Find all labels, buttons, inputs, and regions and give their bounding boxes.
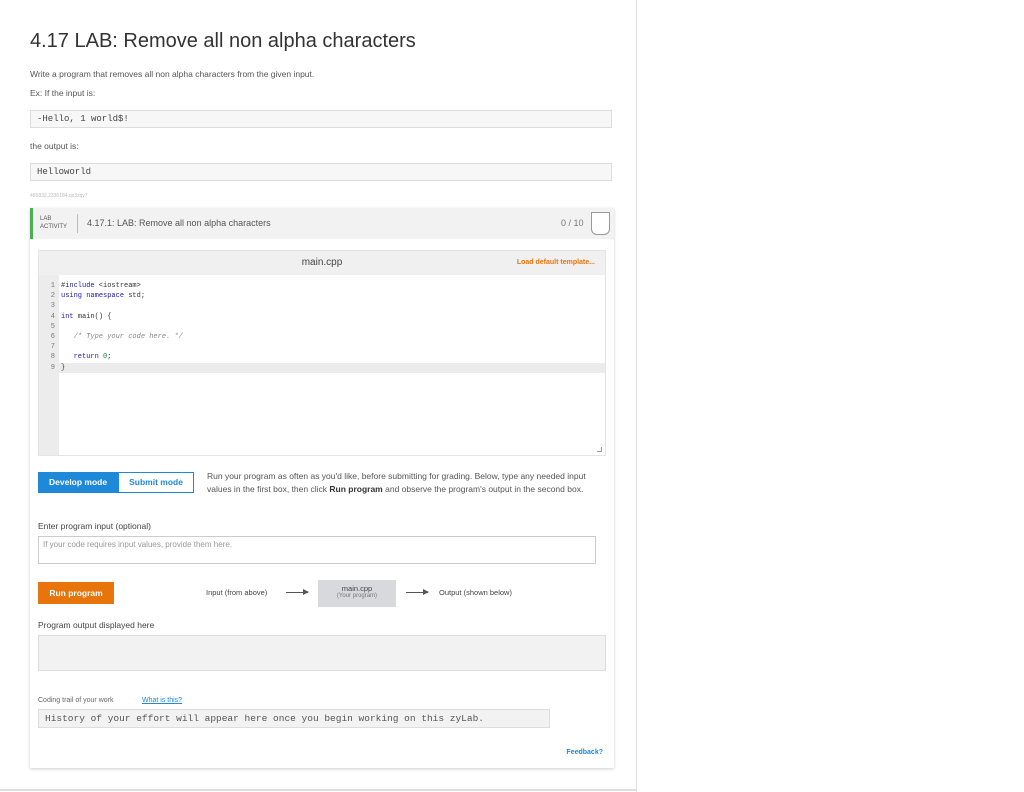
flow-input-label: Input (from above) <box>206 588 268 597</box>
code-line[interactable]: 8 return 0; <box>39 352 605 362</box>
coding-trail-box: History of your effort will appear here … <box>38 709 550 728</box>
line-code: #include <iostream> <box>61 282 141 290</box>
mode-description: Run your program as often as you'd like,… <box>207 470 607 496</box>
code-line[interactable]: 3 <box>39 301 605 311</box>
flow-output-label: Output (shown below) <box>439 588 512 597</box>
program-input-field[interactable]: If your code requires input values, prov… <box>38 536 596 564</box>
line-code: return 0; <box>73 353 112 362</box>
code-line[interactable]: 7 <box>39 342 605 352</box>
program-output-label: Program output displayed here <box>38 620 155 630</box>
arrow-right-icon <box>406 589 429 595</box>
line-number: 9 <box>50 363 55 372</box>
code-line[interactable]: 9} <box>39 362 605 373</box>
line-number: 2 <box>50 292 55 301</box>
lab-description: Write a program that removes all non alp… <box>30 69 315 79</box>
lab-header-divider <box>77 214 78 233</box>
mode-toggle: Develop mode Submit mode <box>38 472 194 493</box>
lab-tag-line1: LAB <box>40 216 52 222</box>
page-divider <box>0 789 637 791</box>
develop-mode-button[interactable]: Develop mode <box>38 472 119 493</box>
program-output-box <box>38 635 606 671</box>
code-editor[interactable]: main.cpp Load default template... 1 #incl… <box>38 250 606 456</box>
submit-mode-button[interactable]: Submit mode <box>118 472 194 493</box>
line-code: using namespace std; <box>61 292 146 301</box>
line-code: /* Type your code here. */ <box>61 332 183 341</box>
mode-desc-text-2: and observe the program's output in the … <box>382 484 584 494</box>
program-box: main.cpp (Your program) <box>318 580 396 607</box>
load-default-template-button[interactable]: Load default template... <box>517 259 595 266</box>
example-output: Helloworld <box>30 163 612 181</box>
run-program-button[interactable]: Run program <box>38 582 114 604</box>
activity-id: 465832.2336184.qx3zqy7 <box>30 193 88 199</box>
example-intro: Ex: If the input is: <box>30 88 96 98</box>
code-lines[interactable]: 1 #include <iostream> 2 using namespace std… <box>39 281 605 373</box>
lab-score: 0 / 10 <box>561 218 584 228</box>
lab-name: 4.17.1: LAB: Remove all non alpha charac… <box>87 218 271 228</box>
code-line[interactable]: 2 using namespace std; <box>39 291 605 301</box>
program-box-sub: (Your program) <box>336 593 378 599</box>
line-code: int main() { <box>61 312 112 321</box>
lab-header: LAB ACTIVITY 4.17.1: LAB: Remove all non… <box>30 208 614 239</box>
lab-tag-line2: ACTIVITY <box>40 224 68 230</box>
program-box-name: main.cpp <box>341 584 373 593</box>
feedback-link[interactable]: Feedback? <box>566 749 603 756</box>
example-input: -Hello, 1 world$! <box>30 110 612 128</box>
line-number: 7 <box>50 343 55 352</box>
line-number: 4 <box>50 312 55 321</box>
editor-toolbar: main.cpp Load default template... <box>39 251 605 275</box>
mode-desc-bold: Run program <box>329 484 383 494</box>
what-is-this-link[interactable]: What is this? <box>142 697 182 704</box>
editor-resize-handle[interactable] <box>597 447 602 452</box>
arrow-right-icon <box>286 589 309 595</box>
code-line[interactable]: 1 #include <iostream> <box>39 281 605 291</box>
lab-activity: LAB ACTIVITY 4.17.1: LAB: Remove all non… <box>30 208 614 768</box>
line-number: 3 <box>50 302 55 311</box>
line-code: } <box>61 363 66 372</box>
coding-trail-label: Coding trail of your work <box>38 697 114 704</box>
page-title: 4.17 LAB: Remove all non alpha character… <box>30 30 416 52</box>
code-line[interactable]: 6 /* Type your code here. */ <box>39 332 605 342</box>
program-input-label: Enter program input (optional) <box>38 521 151 531</box>
lab-tag: LAB ACTIVITY <box>40 215 67 231</box>
code-line[interactable]: 5 <box>39 322 605 332</box>
line-number: 6 <box>50 332 55 341</box>
code-line[interactable]: 4 int main() { <box>39 312 605 322</box>
line-number: 1 <box>50 282 55 290</box>
output-intro: the output is: <box>30 141 79 151</box>
completion-badge-icon <box>591 212 610 235</box>
line-number: 8 <box>50 353 55 362</box>
line-number: 5 <box>50 322 55 331</box>
